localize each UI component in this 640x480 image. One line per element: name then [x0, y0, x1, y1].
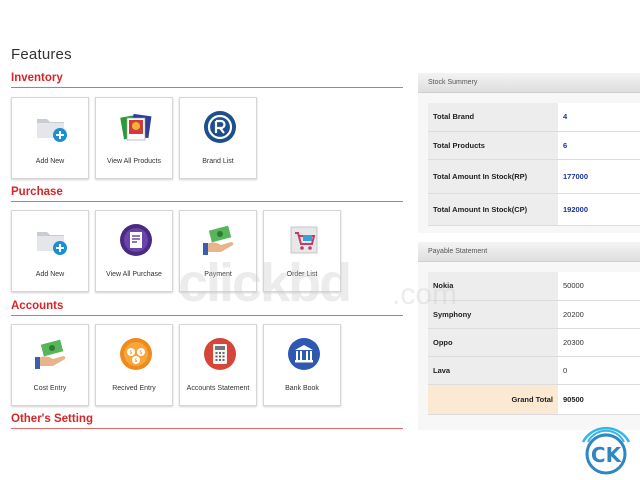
- tile-label: Brand List: [202, 158, 234, 165]
- stock-summary-panel: Stock Summery Total Brand 4 Total Produc…: [418, 73, 640, 233]
- tile-view-all-products[interactable]: View All Products: [95, 97, 173, 179]
- table-row: Lava 0: [428, 356, 640, 385]
- tile-label: Recived Entry: [112, 385, 156, 392]
- table-row: Nokia 50000: [428, 272, 640, 301]
- stock-summary-body: Total Brand 4 Total Products 6 Total Amo…: [418, 93, 640, 233]
- calculator-icon: [204, 338, 236, 370]
- cash-hand-icon: [35, 339, 66, 369]
- table-row: Total Products 6: [428, 131, 640, 160]
- purchase-icon: [120, 224, 152, 256]
- tile-accounts-statement[interactable]: Accounts Statement: [179, 324, 257, 406]
- cart-icon: [290, 226, 318, 254]
- payable-label: Symphony: [428, 300, 558, 329]
- table-row: Total Amount In Stock(RP) 177000: [428, 159, 640, 194]
- stat-label: Total Products: [428, 131, 558, 160]
- section-title-inventory: Inventory: [11, 72, 63, 84]
- features-page: Features Inventory Add New View All Prod…: [0, 40, 640, 430]
- payable-label: Lava: [428, 356, 558, 385]
- payable-statement-header: Payable Statement: [418, 242, 640, 262]
- tile-label: Bank Book: [285, 385, 319, 392]
- payable-value: 0: [558, 356, 640, 385]
- table-row: Oppo 20300: [428, 328, 640, 357]
- tile-label: Add New: [35, 158, 65, 165]
- payable-statement-body: Nokia 50000 Symphony 20200 Oppo 20300 La…: [418, 262, 640, 430]
- folder-add-icon: [37, 232, 67, 255]
- grand-total-row: Grand Total 90500: [428, 384, 640, 415]
- tile-order-list[interactable]: Order List: [263, 210, 341, 292]
- payable-label: Nokia: [428, 272, 558, 301]
- stat-label: Total Amount In Stock(RP): [428, 159, 558, 194]
- tile-cost-entry[interactable]: Cost Entry: [11, 324, 89, 406]
- section-title-accounts: Accounts: [11, 300, 64, 312]
- table-row: Symphony 20200: [428, 300, 640, 329]
- bank-icon: [288, 338, 320, 370]
- stat-value: 177000: [558, 159, 640, 194]
- tile-label: Accounts Statement: [186, 385, 250, 392]
- tile-payment[interactable]: Payment: [179, 210, 257, 292]
- section-divider: [11, 315, 403, 316]
- cash-hand-icon: [203, 225, 234, 255]
- grand-total-label: Grand Total: [428, 384, 558, 415]
- tile-view-all-purchase[interactable]: View All Purchase: [95, 210, 173, 292]
- svg-text:$: $: [134, 358, 137, 364]
- payable-value: 50000: [558, 272, 640, 301]
- section-title-purchase: Purchase: [11, 186, 63, 198]
- tile-recived-entry[interactable]: $ $ $ Recived Entry: [95, 324, 173, 406]
- stat-label: Total Brand: [428, 103, 558, 132]
- table-row: Total Brand 4: [428, 103, 640, 132]
- svg-text:$: $: [139, 350, 142, 356]
- stat-value: 192000: [558, 193, 640, 226]
- tile-label: Payment: [204, 271, 232, 278]
- payable-statement-panel: Payable Statement Nokia 50000 Symphony 2…: [418, 242, 640, 430]
- tile-brand-list[interactable]: Brand List: [179, 97, 257, 179]
- tile-bank-book[interactable]: Bank Book: [263, 324, 341, 406]
- registered-icon: [204, 111, 236, 143]
- section-divider: [11, 87, 403, 88]
- stock-summary-table: Total Brand 4 Total Products 6 Total Amo…: [428, 103, 640, 226]
- stock-summary-header: Stock Summery: [418, 73, 640, 93]
- section-divider: [11, 428, 403, 429]
- tile-label: View All Purchase: [106, 271, 162, 278]
- table-row: Total Amount In Stock(CP) 192000: [428, 193, 640, 226]
- payable-label: Oppo: [428, 328, 558, 357]
- logo-text: CK: [591, 443, 623, 467]
- tile-inventory-add-new[interactable]: Add New: [11, 97, 89, 179]
- tile-label: Cost Entry: [33, 385, 67, 392]
- payable-value: 20200: [558, 300, 640, 329]
- coins-icon: $ $ $: [120, 338, 152, 370]
- tile-purchase-add-new[interactable]: Add New: [11, 210, 89, 292]
- payable-value: 20300: [558, 328, 640, 357]
- grand-total-value: 90500: [558, 384, 640, 415]
- tile-label: Order List: [286, 271, 318, 278]
- stat-value: 6: [558, 131, 640, 160]
- stat-value: 4: [558, 103, 640, 132]
- section-title-others-setting: Other's Setting: [11, 413, 93, 425]
- payable-statement-table: Nokia 50000 Symphony 20200 Oppo 20300 La…: [428, 272, 640, 415]
- photos-icon: [120, 113, 152, 141]
- folder-add-icon: [37, 119, 67, 142]
- section-divider: [11, 201, 403, 202]
- stat-label: Total Amount In Stock(CP): [428, 193, 558, 226]
- tile-label: View All Products: [107, 158, 161, 165]
- svg-text:$: $: [129, 350, 132, 356]
- page-title: Features: [11, 46, 72, 63]
- clickbd-logo-icon: CK: [581, 426, 631, 475]
- tile-label: Add New: [35, 271, 65, 278]
